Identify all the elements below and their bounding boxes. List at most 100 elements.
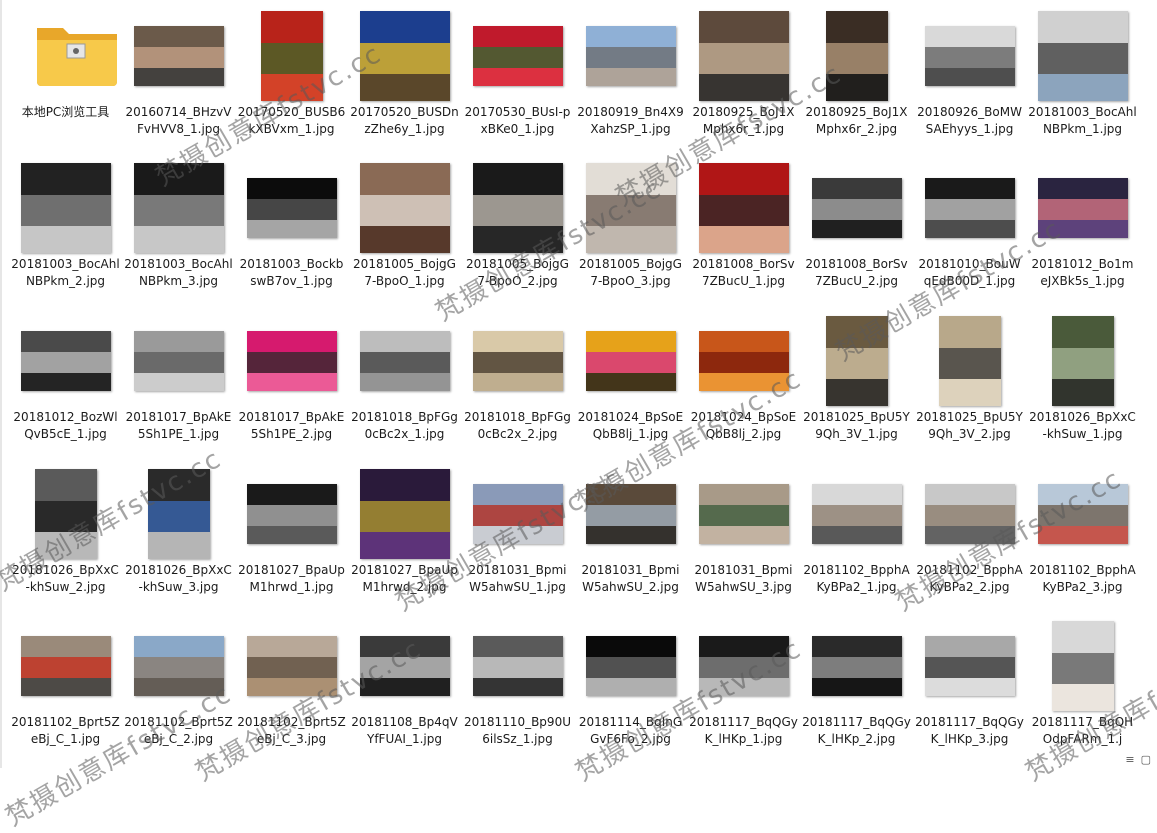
file-item[interactable]: 20181003_BocAhlNBPkm_2.jpg: [9, 158, 122, 290]
file-name-label: 20181117_BqQHOdpFARm_1.j: [1031, 715, 1134, 746]
file-item[interactable]: 20181003_BocAhlNBPkm_1.jpg: [1026, 6, 1139, 138]
file-item[interactable]: 20181031_BpmiW5ahwSU_2.jpg: [574, 464, 687, 596]
image-thumbnail: [585, 636, 676, 696]
file-item[interactable]: 20181102_Bprt5ZeBj_C_1.jpg: [9, 616, 122, 748]
file-item[interactable]: 20170530_BUsI-pxBKe0_1.jpg: [461, 6, 574, 138]
thumbnail-wrap: [574, 6, 687, 102]
file-name-label: 20181025_BpU5Y9Qh_3V_2.jpg: [916, 410, 1023, 441]
thumbnail-wrap: [9, 464, 122, 560]
file-item[interactable]: 20181024_BpSoEQbB8lj_2.jpg: [687, 311, 800, 443]
image-thumbnail: [1037, 484, 1128, 544]
file-item[interactable]: 20181102_Bprt5ZeBj_C_2.jpg: [122, 616, 235, 748]
details-view-icon[interactable]: ≡: [1125, 753, 1134, 766]
file-item[interactable]: 20180919_Bn4X9XahzSP_1.jpg: [574, 6, 687, 138]
file-item[interactable]: 20181117_BqQGyK_lHKp_2.jpg: [800, 616, 913, 748]
file-item[interactable]: 20181031_BpmiW5ahwSU_1.jpg: [461, 464, 574, 596]
file-name-label: 20180925_BoJ1XMphx6r_1.jpg: [692, 105, 795, 136]
file-item[interactable]: 20181102_BpphAKyBPa2_2.jpg: [913, 464, 1026, 596]
file-item[interactable]: 20181012_Bo1meJXBk5s_1.jpg: [1026, 158, 1139, 290]
file-item[interactable]: 20181005_BojgG7-BpoO_1.jpg: [348, 158, 461, 290]
file-name-label: 20181117_BqQGyK_lHKp_1.jpg: [689, 715, 798, 746]
thumbnail-wrap: [1026, 311, 1139, 407]
image-thumbnail: [133, 163, 224, 253]
file-name-label: 20181017_BpAkE5Sh1PE_2.jpg: [238, 410, 345, 441]
thumbnail-wrap: [687, 464, 800, 560]
thumbnail-wrap: [235, 6, 348, 102]
folder-item[interactable]: 本地PC浏览工具: [9, 6, 122, 121]
file-name-label: 20181018_BpFGg0cBc2x_2.jpg: [464, 410, 571, 441]
file-item[interactable]: 20181008_BorSv7ZBucU_2.jpg: [800, 158, 913, 290]
thumbnail-wrap: [9, 6, 122, 102]
file-item[interactable]: 20180925_BoJ1XMphx6r_2.jpg: [800, 6, 913, 138]
file-item[interactable]: 20181010_BouWqEdB00D_1.jpg: [913, 158, 1026, 290]
file-name-label: 20181008_BorSv7ZBucU_2.jpg: [805, 257, 908, 288]
thumbnail-wrap: [348, 616, 461, 712]
file-item[interactable]: 20181017_BpAkE5Sh1PE_1.jpg: [122, 311, 235, 443]
file-item[interactable]: 20181031_BpmiW5ahwSU_3.jpg: [687, 464, 800, 596]
file-item[interactable]: 20181117_BqQHOdpFARm_1.j: [1026, 616, 1139, 748]
file-item[interactable]: 20181102_BpphAKyBPa2_3.jpg: [1026, 464, 1139, 596]
file-item[interactable]: 20181117_BqQGyK_lHKp_1.jpg: [687, 616, 800, 748]
file-name-label: 20181117_BqQGyK_lHKp_3.jpg: [915, 715, 1024, 746]
file-item[interactable]: 20181017_BpAkE5Sh1PE_2.jpg: [235, 311, 348, 443]
file-item[interactable]: 20181102_Bprt5ZeBj_C_3.jpg: [235, 616, 348, 748]
image-thumbnail: [698, 11, 789, 101]
file-item[interactable]: 20181108_Bp4qVYfFUAI_1.jpg: [348, 616, 461, 748]
file-name-label: 20181012_Bo1meJXBk5s_1.jpg: [1031, 257, 1134, 288]
file-item[interactable]: 20181026_BpXxC-khSuw_1.jpg: [1026, 311, 1139, 443]
file-item[interactable]: 20181005_BojgG7-BpoO_2.jpg: [461, 158, 574, 290]
file-item[interactable]: 20160714_BHzvVFvHVV8_1.jpg: [122, 6, 235, 138]
file-item[interactable]: 20181114_BqInGGvF6Fo_2.jpg: [574, 616, 687, 748]
thumbnail-wrap: [1026, 616, 1139, 712]
image-thumbnail: [1037, 11, 1128, 101]
thumbnail-wrap: [800, 616, 913, 712]
thumbnail-wrap: [574, 158, 687, 254]
file-name-label: 20181012_BozWlQvB5cE_1.jpg: [13, 410, 118, 441]
folder-icon: [37, 28, 117, 86]
file-item[interactable]: 20181024_BpSoEQbB8lj_1.jpg: [574, 311, 687, 443]
image-thumbnail: [133, 636, 224, 696]
file-item[interactable]: 20181117_BqQGyK_lHKp_3.jpg: [913, 616, 1026, 748]
file-item[interactable]: 20181025_BpU5Y9Qh_3V_1.jpg: [800, 311, 913, 443]
image-thumbnail: [260, 11, 323, 101]
file-name-label: 20181031_BpmiW5ahwSU_3.jpg: [694, 563, 793, 594]
file-item[interactable]: 20181018_BpFGg0cBc2x_1.jpg: [348, 311, 461, 443]
file-name-label: 20181102_Bprt5ZeBj_C_3.jpg: [237, 715, 346, 746]
file-item[interactable]: 20181027_BpaUpM1hrwd_1.jpg: [235, 464, 348, 596]
image-thumbnail: [133, 331, 224, 391]
file-item[interactable]: 20181026_BpXxC-khSuw_3.jpg: [122, 464, 235, 596]
file-item[interactable]: 20181003_BocAhlNBPkm_3.jpg: [122, 158, 235, 290]
file-item[interactable]: 20181026_BpXxC-khSuw_2.jpg: [9, 464, 122, 596]
file-item[interactable]: 20181025_BpU5Y9Qh_3V_2.jpg: [913, 311, 1026, 443]
image-thumbnail: [34, 469, 97, 559]
thumbnail-wrap: [800, 311, 913, 407]
image-thumbnail: [924, 178, 1015, 238]
file-item[interactable]: 20181018_BpFGg0cBc2x_2.jpg: [461, 311, 574, 443]
file-item[interactable]: 20181005_BojgG7-BpoO_3.jpg: [574, 158, 687, 290]
image-thumbnail: [825, 11, 888, 101]
file-item[interactable]: 20181012_BozWlQvB5cE_1.jpg: [9, 311, 122, 443]
thumbnail-wrap: [800, 158, 913, 254]
thumbnail-wrap: [461, 616, 574, 712]
image-thumbnail: [359, 636, 450, 696]
thumbnail-wrap: [574, 464, 687, 560]
file-item[interactable]: 20181102_BpphAKyBPa2_1.jpg: [800, 464, 913, 596]
file-item[interactable]: 20170520_BUSB6kXBVxm_1.jpg: [235, 6, 348, 138]
thumbnails-view-icon[interactable]: ▢: [1141, 753, 1151, 766]
image-thumbnail: [698, 331, 789, 391]
image-thumbnail: [246, 331, 337, 391]
file-name-label: 20181102_Bprt5ZeBj_C_1.jpg: [11, 715, 120, 746]
file-item[interactable]: 20181008_BorSv7ZBucU_1.jpg: [687, 158, 800, 290]
file-item[interactable]: 20181027_BpaUpM1hrwd_2.jpg: [348, 464, 461, 596]
file-item[interactable]: 20170520_BUSDnzZhe6y_1.jpg: [348, 6, 461, 138]
file-name-label: 20181025_BpU5Y9Qh_3V_1.jpg: [803, 410, 910, 441]
file-item[interactable]: 20180925_BoJ1XMphx6r_1.jpg: [687, 6, 800, 138]
image-thumbnail: [924, 26, 1015, 86]
file-name-label: 20181024_BpSoEQbB8lj_2.jpg: [690, 410, 797, 441]
file-item[interactable]: 20181003_BockbswB7ov_1.jpg: [235, 158, 348, 290]
file-item[interactable]: 20181110_Bp90U6ilsSz_1.jpg: [461, 616, 574, 748]
file-name-label: 20181027_BpaUpM1hrwd_1.jpg: [238, 563, 345, 594]
file-item[interactable]: 20180926_BoMWSAEhyys_1.jpg: [913, 6, 1026, 138]
image-thumbnail: [246, 636, 337, 696]
file-name-label: 20181027_BpaUpM1hrwd_2.jpg: [351, 563, 458, 594]
